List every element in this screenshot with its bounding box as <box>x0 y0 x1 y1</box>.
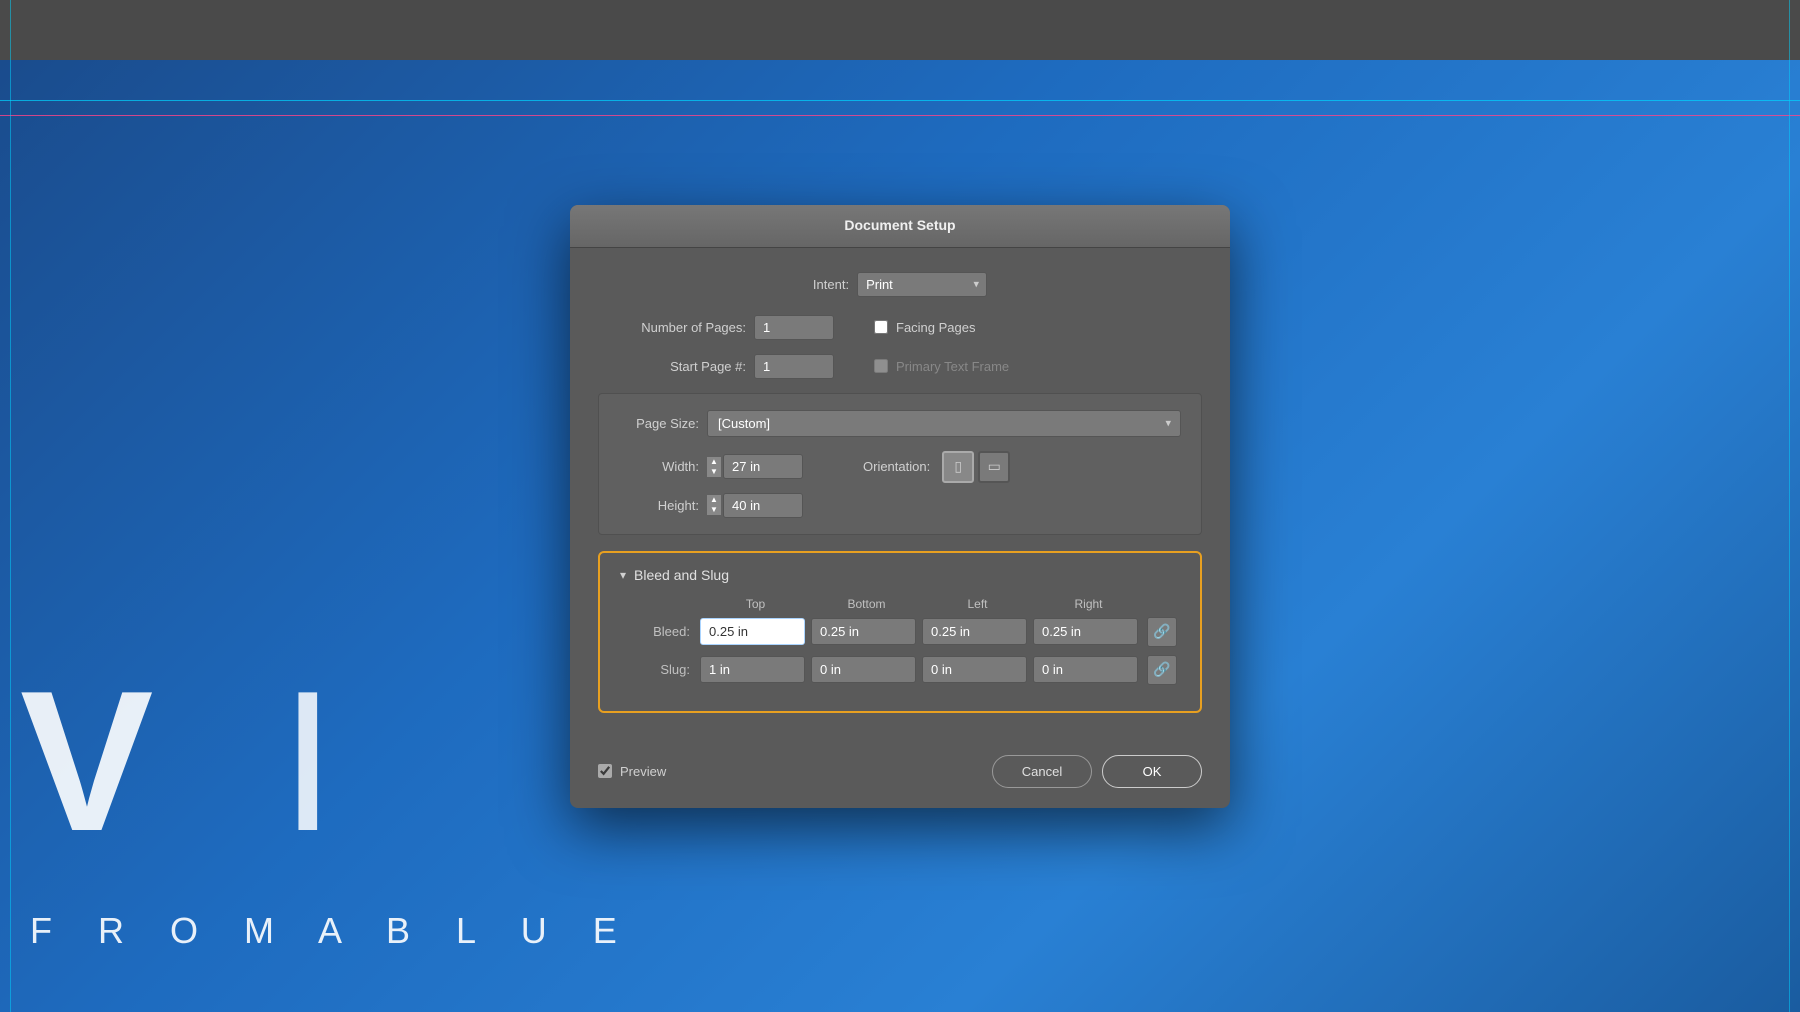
page-size-label: Page Size: <box>619 416 699 431</box>
bleed-link-btn[interactable]: 🔗 <box>1147 617 1177 647</box>
num-pages-row: Number of Pages: Facing Pages <box>598 315 1202 340</box>
height-label: Height: <box>619 498 699 513</box>
orientation-label: Orientation: <box>863 459 930 474</box>
bleed-col-top: Top <box>700 597 811 611</box>
dialog-overlay: Document Setup Intent: Print Web Mobile … <box>0 0 1800 1012</box>
bleed-bottom-input[interactable] <box>811 618 916 645</box>
facing-pages-group: Facing Pages <box>874 320 976 335</box>
width-label: Width: <box>619 459 699 474</box>
portrait-icon: ▯ <box>954 458 962 475</box>
slug-left-input[interactable] <box>922 656 1027 683</box>
primary-text-frame-checkbox[interactable] <box>874 359 888 373</box>
landscape-icon: ▭ <box>988 458 1001 475</box>
bleed-slug-section: ▾ Bleed and Slug Top Bottom Left Right B… <box>598 551 1202 713</box>
primary-text-frame-label: Primary Text Frame <box>896 359 1009 374</box>
num-pages-label: Number of Pages: <box>598 320 746 335</box>
orientation-portrait-btn[interactable]: ▯ <box>942 451 974 483</box>
bleed-col-empty <box>620 597 700 611</box>
height-spinner-up[interactable]: ▲ <box>707 495 721 505</box>
slug-row: Slug: 🔗 <box>620 655 1180 685</box>
orientation-group: Orientation: ▯ ▭ <box>863 451 1014 483</box>
footer-buttons: Cancel OK <box>992 755 1202 788</box>
width-spinner-down[interactable]: ▼ <box>707 467 721 477</box>
bleed-section-title: Bleed and Slug <box>634 567 729 583</box>
document-setup-dialog: Document Setup Intent: Print Web Mobile … <box>570 205 1230 808</box>
dialog-title: Document Setup <box>844 217 955 233</box>
bleed-right-input[interactable] <box>1033 618 1138 645</box>
preview-checkbox[interactable] <box>598 764 612 778</box>
bleed-left-input[interactable] <box>922 618 1027 645</box>
slug-top-input[interactable] <box>700 656 805 683</box>
start-page-row: Start Page #: Primary Text Frame <box>598 354 1202 379</box>
bleed-col-bottom: Bottom <box>811 597 922 611</box>
start-page-input[interactable] <box>754 354 834 379</box>
ok-button[interactable]: OK <box>1102 755 1202 788</box>
intent-select-wrapper[interactable]: Print Web Mobile <box>857 272 987 297</box>
bleed-section-header: ▾ Bleed and Slug <box>620 567 1180 583</box>
bleed-row-label: Bleed: <box>620 624 700 639</box>
slug-bottom-input[interactable] <box>811 656 916 683</box>
width-spinners: ▲ ▼ <box>707 457 721 477</box>
bleed-top-input[interactable] <box>700 618 805 645</box>
width-row: Width: ▲ ▼ Orientation: ▯ <box>619 451 1181 483</box>
bleed-col-left: Left <box>922 597 1033 611</box>
intent-row: Intent: Print Web Mobile <box>598 272 1202 297</box>
height-spinner-down[interactable]: ▼ <box>707 505 721 515</box>
facing-pages-label: Facing Pages <box>896 320 976 335</box>
page-size-select-wrapper[interactable]: [Custom] Letter A4 Tabloid <box>707 410 1181 437</box>
dialog-body: Intent: Print Web Mobile Number of Pages… <box>570 248 1230 751</box>
slug-right-input[interactable] <box>1033 656 1138 683</box>
intent-select[interactable]: Print Web Mobile <box>857 272 987 297</box>
bleed-col-right: Right <box>1033 597 1144 611</box>
height-input-wrapper: ▲ ▼ <box>707 493 803 518</box>
width-input[interactable] <box>723 454 803 479</box>
page-size-row: Page Size: [Custom] Letter A4 Tabloid <box>619 410 1181 437</box>
height-input[interactable] <box>723 493 803 518</box>
height-row: Height: ▲ ▼ <box>619 493 1181 518</box>
page-size-select[interactable]: [Custom] Letter A4 Tabloid <box>707 410 1181 437</box>
intent-label: Intent: <box>813 277 849 292</box>
primary-text-frame-group: Primary Text Frame <box>874 359 1009 374</box>
bleed-col-link <box>1144 597 1180 611</box>
bleed-row: Bleed: 🔗 <box>620 617 1180 647</box>
start-page-label: Start Page #: <box>598 359 746 374</box>
facing-pages-checkbox[interactable] <box>874 320 888 334</box>
preview-group: Preview <box>598 764 992 779</box>
cancel-button[interactable]: Cancel <box>992 755 1092 788</box>
height-spinners: ▲ ▼ <box>707 495 721 515</box>
width-spinner-up[interactable]: ▲ <box>707 457 721 467</box>
slug-link-btn[interactable]: 🔗 <box>1147 655 1177 685</box>
bleed-col-headers: Top Bottom Left Right <box>620 597 1180 611</box>
dialog-footer: Preview Cancel OK <box>570 751 1230 808</box>
slug-row-label: Slug: <box>620 662 700 677</box>
dialog-titlebar: Document Setup <box>570 205 1230 248</box>
orientation-landscape-btn[interactable]: ▭ <box>978 451 1010 483</box>
num-pages-input[interactable] <box>754 315 834 340</box>
page-size-section: Page Size: [Custom] Letter A4 Tabloid Wi… <box>598 393 1202 535</box>
width-input-wrapper: ▲ ▼ <box>707 454 803 479</box>
bleed-chevron-icon[interactable]: ▾ <box>620 568 626 582</box>
preview-label: Preview <box>620 764 666 779</box>
